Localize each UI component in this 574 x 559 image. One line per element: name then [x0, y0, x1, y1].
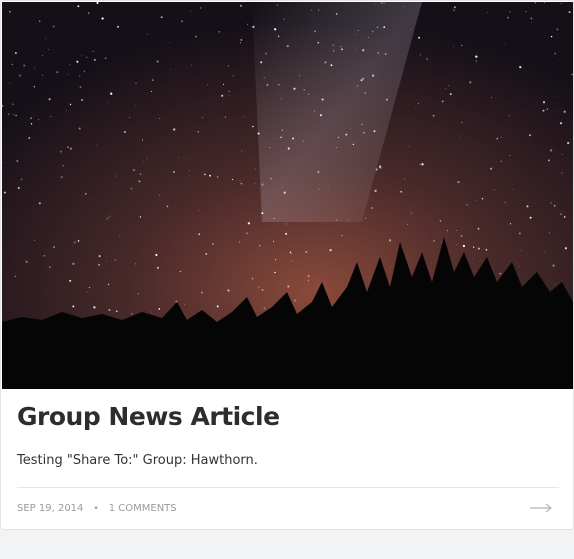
- article-title[interactable]: Group News Article: [17, 402, 280, 431]
- arrow-right-icon[interactable]: [529, 501, 553, 515]
- comments-link[interactable]: 1 COMMENTS: [109, 503, 177, 514]
- article-card: Group News Article Testing "Share To:" G…: [0, 0, 574, 530]
- article-excerpt: Testing "Share To:" Group: Hawthorn.: [17, 453, 258, 468]
- featured-image[interactable]: [2, 2, 573, 389]
- meta-separator: •: [93, 503, 99, 514]
- article-meta: SEP 19, 2014 • 1 COMMENTS: [17, 503, 177, 514]
- post-date: SEP 19, 2014: [17, 503, 84, 514]
- divider: [17, 487, 559, 488]
